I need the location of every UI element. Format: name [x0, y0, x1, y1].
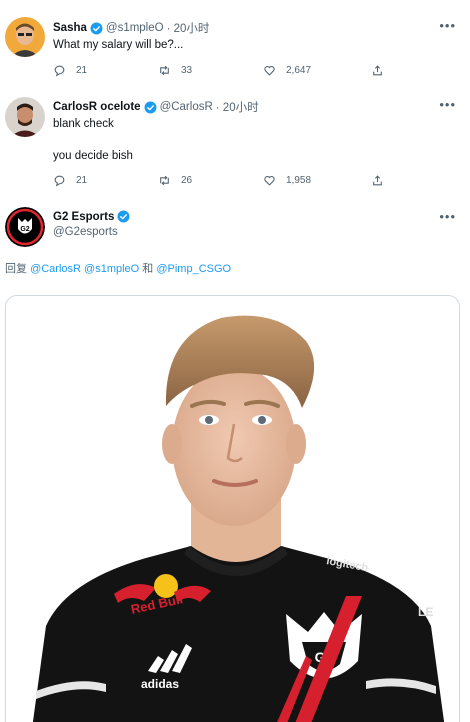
tweet-g2esports: G2 G2 Esports @G2esports •••	[0, 200, 470, 260]
tweet-text: What my salary will be?...	[53, 39, 184, 51]
tweet-media-photo[interactable]: Red Bull logitech LE adidas G2	[5, 295, 460, 722]
jersey-side-text: LE	[418, 605, 433, 619]
more-icon[interactable]: •••	[439, 97, 456, 112]
reply-prefix: 回复	[5, 263, 27, 275]
more-icon[interactable]: •••	[439, 209, 456, 224]
like-button[interactable]: 1,958	[263, 174, 368, 187]
jersey-brand-text: adidas	[141, 677, 179, 691]
share-icon	[373, 65, 382, 76]
action-bar: 21 33 2,647	[53, 64, 413, 77]
tweet-sasha[interactable]: Sasha @s1mpleO · 20小时 ••• What my salary…	[0, 0, 470, 90]
display-name[interactable]: Sasha	[53, 22, 87, 34]
more-icon[interactable]: •••	[439, 18, 456, 33]
tweet-carlosr[interactable]: CarlosR ocelote @CarlosR · 20小时 ••• blan…	[0, 90, 470, 200]
avatar[interactable]: G2	[5, 207, 45, 247]
reply-conjunction: 和	[142, 263, 154, 275]
reply-button[interactable]: 21	[53, 174, 158, 187]
replying-to: 回复 @CarlosR @s1mpleO 和 @Pimp_CSGO	[5, 260, 231, 276]
heart-icon	[264, 176, 275, 186]
reply-icon	[54, 175, 65, 187]
like-count: 1,958	[286, 175, 312, 186]
reply-count: 21	[76, 65, 88, 76]
mention-pimp[interactable]: @Pimp_CSGO	[156, 263, 231, 275]
retweet-button[interactable]: 33	[158, 64, 263, 77]
tweet-header: Sasha @s1mpleO · 20小时	[53, 20, 209, 36]
display-name[interactable]: G2 Esports	[53, 211, 114, 223]
tweet-header: CarlosR ocelote @CarlosR · 20小时	[53, 99, 259, 115]
avatar[interactable]	[5, 97, 45, 137]
mention-s1mple[interactable]: @s1mpleO	[84, 263, 139, 275]
handle[interactable]: @CarlosR	[160, 101, 213, 113]
timestamp[interactable]: · 20小时	[216, 99, 259, 115]
display-name[interactable]: CarlosR ocelote	[53, 101, 141, 113]
share-button[interactable]	[371, 174, 384, 187]
heart-icon	[264, 66, 275, 76]
retweet-icon	[160, 175, 169, 186]
verified-badge-icon	[117, 210, 130, 223]
verified-badge-icon	[90, 22, 103, 34]
svg-text:G2: G2	[20, 226, 29, 233]
like-count: 2,647	[286, 65, 312, 76]
tweet-text-line-1: blank check	[53, 118, 114, 130]
share-button[interactable]	[371, 64, 384, 77]
avatar[interactable]	[5, 17, 45, 57]
share-icon	[373, 175, 382, 186]
retweet-button[interactable]: 26	[158, 174, 263, 187]
retweet-count: 26	[181, 175, 193, 186]
reply-count: 21	[76, 175, 88, 186]
player-photo: Red Bull logitech LE adidas G2	[6, 296, 459, 722]
handle[interactable]: @s1mpleO	[106, 22, 164, 34]
like-button[interactable]: 2,647	[263, 64, 368, 77]
retweet-icon	[160, 65, 169, 76]
retweet-count: 33	[181, 65, 193, 76]
action-bar: 21 26 1,958	[53, 174, 413, 187]
reply-button[interactable]: 21	[53, 64, 158, 77]
tweet-header: G2 Esports	[53, 210, 133, 223]
timestamp[interactable]: · 20小时	[167, 20, 210, 36]
handle[interactable]: @G2esports	[53, 226, 118, 238]
verified-badge-icon	[144, 101, 157, 113]
reply-icon	[54, 65, 65, 77]
tweet-text-line-2: you decide bish	[53, 150, 133, 162]
mention-carlosr[interactable]: @CarlosR	[30, 263, 81, 275]
